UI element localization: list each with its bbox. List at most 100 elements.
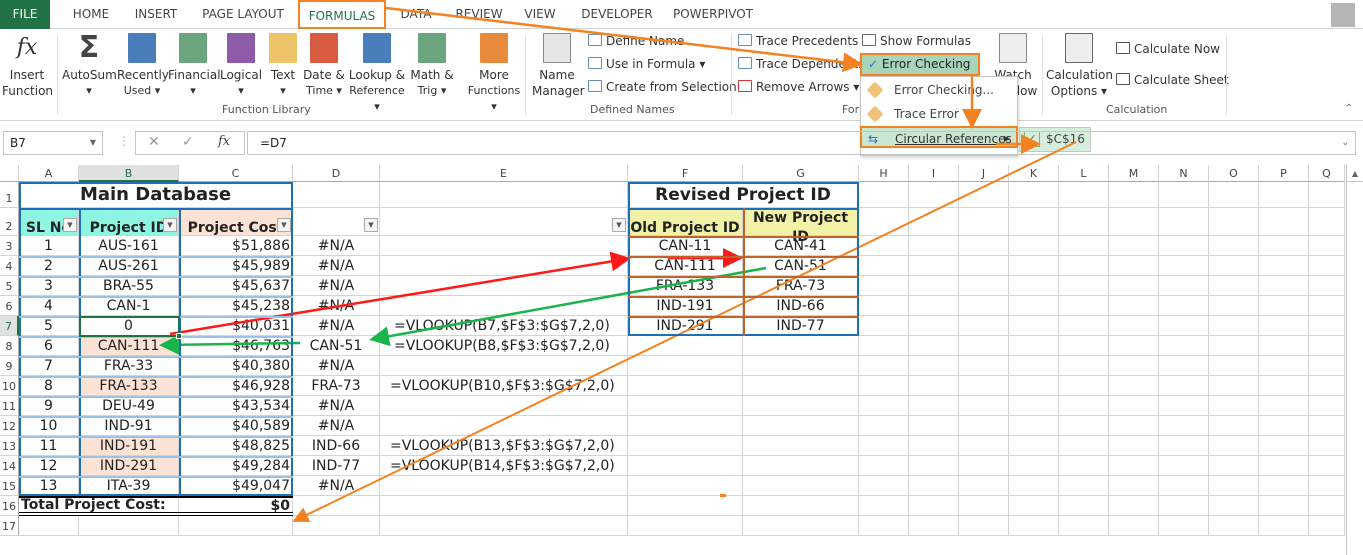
row-header-4[interactable]: 4: [0, 256, 19, 276]
cell-B12[interactable]: IND-91: [79, 416, 179, 436]
cell-G8[interactable]: [743, 336, 859, 356]
cell-N10[interactable]: [1159, 376, 1209, 396]
cell-F3[interactable]: CAN-11: [628, 236, 743, 256]
cell-H5[interactable]: [859, 276, 909, 296]
cell-H2[interactable]: [859, 208, 909, 236]
calculate-now-button[interactable]: Calculate Now: [1116, 39, 1220, 59]
tab-insert[interactable]: INSERT: [128, 0, 184, 29]
cell-D1[interactable]: [293, 182, 380, 208]
cell-J14[interactable]: [959, 456, 1009, 476]
cell-I14[interactable]: [909, 456, 959, 476]
cell-P17[interactable]: [1259, 516, 1309, 536]
cell-O16[interactable]: [1209, 496, 1259, 516]
cell-G9[interactable]: [743, 356, 859, 376]
cell-C13[interactable]: $48,825: [179, 436, 293, 456]
cell-G16[interactable]: [743, 496, 859, 516]
vertical-scrollbar[interactable]: ▲: [1346, 165, 1363, 555]
cell-O17[interactable]: [1209, 516, 1259, 536]
cell-H11[interactable]: [859, 396, 909, 416]
cell-O15[interactable]: [1209, 476, 1259, 496]
cell-M11[interactable]: [1109, 396, 1159, 416]
cell-P15[interactable]: [1259, 476, 1309, 496]
cell-P9[interactable]: [1259, 356, 1309, 376]
cell-A5[interactable]: 3: [19, 276, 79, 296]
cell-N17[interactable]: [1159, 516, 1209, 536]
cell-B5[interactable]: BRA-55: [79, 276, 179, 296]
cell-K11[interactable]: [1009, 396, 1059, 416]
cell-L8[interactable]: [1059, 336, 1109, 356]
cell-I3[interactable]: [909, 236, 959, 256]
cell-E15[interactable]: [380, 476, 628, 496]
cell-Q5[interactable]: [1309, 276, 1345, 296]
cancel-icon[interactable]: ✕: [148, 134, 160, 150]
cell-G3[interactable]: CAN-41: [743, 236, 859, 256]
column-header-n[interactable]: N: [1159, 165, 1209, 182]
cell-N7[interactable]: [1159, 316, 1209, 336]
filter-dropdown-icon[interactable]: ▼: [364, 218, 378, 232]
cell-J7[interactable]: [959, 316, 1009, 336]
cell-E12[interactable]: [380, 416, 628, 436]
cell-J17[interactable]: [959, 516, 1009, 536]
cell-I16[interactable]: [909, 496, 959, 516]
cell-A15[interactable]: 13: [19, 476, 79, 496]
cell-B13[interactable]: IND-191: [79, 436, 179, 456]
cell-K8[interactable]: [1009, 336, 1059, 356]
cell-C6[interactable]: $45,238: [179, 296, 293, 316]
cell-K6[interactable]: [1009, 296, 1059, 316]
cell-P12[interactable]: [1259, 416, 1309, 436]
cell-O6[interactable]: [1209, 296, 1259, 316]
cell-D4[interactable]: #N/A: [293, 256, 380, 276]
cell-K7[interactable]: [1009, 316, 1059, 336]
tab-formulas[interactable]: FORMULAS: [298, 0, 386, 29]
tab-view[interactable]: VIEW: [518, 0, 562, 29]
cell-M8[interactable]: [1109, 336, 1159, 356]
cell-B14[interactable]: IND-291: [79, 456, 179, 476]
cell-L7[interactable]: [1059, 316, 1109, 336]
row-header-11[interactable]: 11: [0, 396, 19, 416]
cell-I2[interactable]: [909, 208, 959, 236]
cell-E1[interactable]: [380, 182, 628, 208]
cell-L10[interactable]: [1059, 376, 1109, 396]
cell-A7[interactable]: 5: [19, 316, 79, 336]
cell-E17[interactable]: [380, 516, 628, 536]
cell-D13[interactable]: IND-66: [293, 436, 380, 456]
cell-K1[interactable]: [1009, 182, 1059, 208]
cell-H4[interactable]: [859, 256, 909, 276]
cell-N9[interactable]: [1159, 356, 1209, 376]
cell-K16[interactable]: [1009, 496, 1059, 516]
column-header-g[interactable]: G: [743, 165, 859, 182]
row-header-2[interactable]: 2: [0, 208, 19, 236]
cell-P13[interactable]: [1259, 436, 1309, 456]
column-header-p[interactable]: P: [1259, 165, 1309, 182]
cell-N4[interactable]: [1159, 256, 1209, 276]
cell-O8[interactable]: [1209, 336, 1259, 356]
cell-L11[interactable]: [1059, 396, 1109, 416]
cell-I13[interactable]: [909, 436, 959, 456]
function-button-autosum[interactable]: Σ AutoSum ▾: [62, 33, 117, 99]
use-in-formula-button[interactable]: Use in Formula ▾: [588, 54, 705, 74]
column-header-d[interactable]: D: [293, 165, 380, 182]
cell-B3[interactable]: AUS-161: [79, 236, 179, 256]
row-header-17[interactable]: 17: [0, 516, 19, 536]
row-header-8[interactable]: 8: [0, 336, 19, 356]
cell-I12[interactable]: [909, 416, 959, 436]
cell-E11[interactable]: [380, 396, 628, 416]
cell-D9[interactable]: #N/A: [293, 356, 380, 376]
cell-D12[interactable]: #N/A: [293, 416, 380, 436]
cell-D6[interactable]: #N/A: [293, 296, 380, 316]
filter-dropdown-icon[interactable]: ▼: [163, 218, 177, 232]
cell-O3[interactable]: [1209, 236, 1259, 256]
cell-J9[interactable]: [959, 356, 1009, 376]
cell-I6[interactable]: [909, 296, 959, 316]
cell-F10[interactable]: [628, 376, 743, 396]
cell-P4[interactable]: [1259, 256, 1309, 276]
cell-F4[interactable]: CAN-111: [628, 256, 743, 276]
cell-G5[interactable]: FRA-73: [743, 276, 859, 296]
filter-dropdown-icon[interactable]: ▼: [612, 218, 626, 232]
cell-D3[interactable]: #N/A: [293, 236, 380, 256]
cell-H15[interactable]: [859, 476, 909, 496]
cell-B6[interactable]: CAN-1: [79, 296, 179, 316]
function-button-lookup[interactable]: Lookup & Reference ▾: [346, 33, 408, 115]
cell-F6[interactable]: IND-191: [628, 296, 743, 316]
cell-K12[interactable]: [1009, 416, 1059, 436]
